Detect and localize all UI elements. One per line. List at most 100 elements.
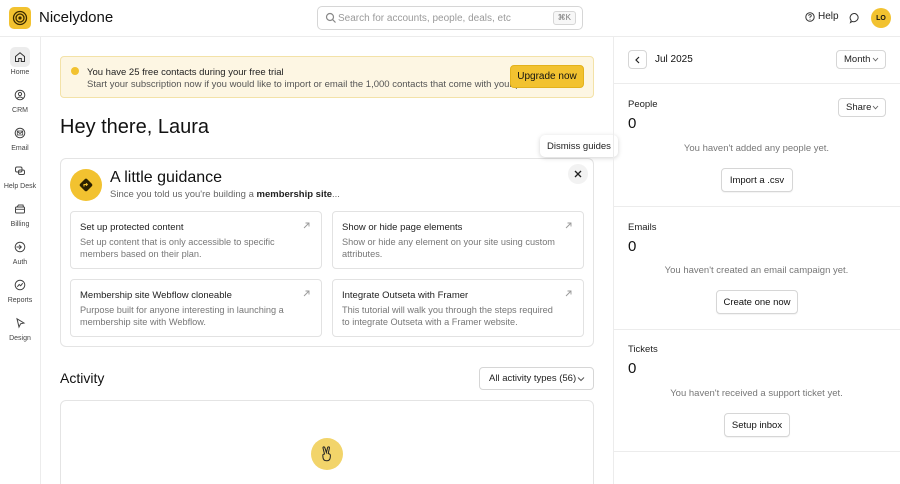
people-empty-text: You haven't added any people yet. xyxy=(683,143,830,154)
home-icon xyxy=(15,52,25,62)
help-label: Help xyxy=(818,11,839,22)
external-arrow-icon xyxy=(303,290,310,297)
reports-icon xyxy=(14,279,26,291)
logo-icon xyxy=(12,10,28,26)
crm-icon xyxy=(14,89,26,101)
create-campaign-button[interactable]: Create one now xyxy=(716,290,798,314)
share-label: Share xyxy=(846,102,872,113)
divider xyxy=(613,451,900,452)
sidebar-item-reports[interactable]: Reports xyxy=(0,275,40,309)
guide-card-title: Integrate Outseta with Framer xyxy=(342,290,469,301)
guide-card-title: Set up protected content xyxy=(80,222,184,233)
divider xyxy=(613,83,900,84)
chevron-down-icon xyxy=(577,377,585,382)
search-icon xyxy=(325,12,336,23)
guidance-badge xyxy=(70,169,102,201)
sidebar-item-label: Auth xyxy=(12,259,28,266)
sidebar-item-label: Home xyxy=(10,69,30,76)
sidebar-item-label: Email xyxy=(11,145,29,152)
sidebar-item-email[interactable]: Email xyxy=(0,123,40,157)
period-select[interactable]: Month xyxy=(836,50,886,69)
page-title: Hey there, Laura xyxy=(60,116,209,138)
search-input[interactable] xyxy=(338,9,548,27)
chevron-left-icon xyxy=(635,56,640,63)
sidebar-item-help-desk[interactable]: Help Desk xyxy=(0,161,40,195)
sidebar-item-label: Help Desk xyxy=(3,183,37,190)
guidance-title: A little guidance xyxy=(110,169,223,186)
help-icon xyxy=(805,11,815,22)
sidebar-item-label: CRM xyxy=(12,107,28,114)
sidebar-item-label: Reports xyxy=(7,297,33,304)
setup-inbox-button[interactable]: Setup inbox xyxy=(724,413,790,437)
guidance-subtitle-suffix: ... xyxy=(332,189,340,200)
guide-card-description: Purpose built for anyone interesting in … xyxy=(80,305,284,327)
external-arrow-icon xyxy=(303,222,310,229)
global-search[interactable]: ⌘K xyxy=(317,6,583,30)
banner-title: You have 25 free contacts during your fr… xyxy=(87,67,284,78)
help-desk-icon xyxy=(15,166,25,175)
guide-card-title: Show or hide page elements xyxy=(342,222,463,233)
guidance-subtitle: Since you told us you're building a memb… xyxy=(110,189,340,200)
sidebar-item-auth[interactable]: Auth xyxy=(0,237,40,271)
activity-heading: Activity xyxy=(60,370,105,386)
sidebar-item-home[interactable]: Home xyxy=(0,47,40,81)
info-dot-icon xyxy=(71,67,79,75)
external-arrow-icon xyxy=(565,290,572,297)
sidebar-item-crm[interactable]: CRM xyxy=(0,85,40,119)
dismiss-guides-button[interactable] xyxy=(568,164,588,184)
guide-card-description: Set up content that is only accessible t… xyxy=(80,237,275,259)
guide-card[interactable]: Membership site Webflow cloneable Purpos… xyxy=(70,279,322,337)
guide-card-title: Membership site Webflow cloneable xyxy=(80,290,232,301)
divider xyxy=(613,329,900,330)
emails-empty-text: You haven't created an email campaign ye… xyxy=(664,265,849,276)
tickets-count: 0 xyxy=(628,360,637,377)
guide-card[interactable]: Show or hide page elements Show or hide … xyxy=(332,211,584,269)
help-button[interactable]: Help xyxy=(805,11,839,22)
sidebar-item-label: Design xyxy=(9,335,31,342)
app-logo[interactable] xyxy=(9,7,31,29)
peace-hand-icon xyxy=(322,446,331,462)
activity-type-value: All activity types (56) xyxy=(489,373,577,384)
people-label: People xyxy=(628,99,658,110)
signpost-icon xyxy=(79,178,93,192)
top-bar: Nicelydone ⌘K Help LO xyxy=(0,0,900,37)
sidebar-item-billing[interactable]: Billing xyxy=(0,199,40,233)
upgrade-button[interactable]: Upgrade now xyxy=(510,65,584,88)
email-icon xyxy=(14,127,26,139)
chevron-down-icon xyxy=(872,57,879,62)
guide-card[interactable]: Set up protected content Set up content … xyxy=(70,211,322,269)
guide-card-description: Show or hide any element on your site us… xyxy=(342,237,555,259)
people-count: 0 xyxy=(628,115,637,132)
chevron-down-icon xyxy=(872,105,879,110)
external-arrow-icon xyxy=(565,222,572,229)
emails-label: Emails xyxy=(628,222,657,233)
user-avatar[interactable]: LO xyxy=(871,8,891,28)
sidebar-item-design[interactable]: Design xyxy=(0,313,40,347)
design-icon xyxy=(16,317,26,329)
share-button[interactable]: Share xyxy=(838,98,886,117)
activity-type-select[interactable]: All activity types (56) xyxy=(479,367,594,390)
close-icon xyxy=(574,170,582,178)
import-csv-button[interactable]: Import a .csv xyxy=(721,168,793,192)
guidance-subtitle-prefix: Since you told us you're building a xyxy=(110,189,257,200)
chat-icon[interactable] xyxy=(849,12,861,24)
activity-empty-badge xyxy=(311,438,343,470)
search-shortcut-badge: ⌘K xyxy=(552,11,576,25)
sidebar-item-label: Billing xyxy=(10,221,30,228)
emails-count: 0 xyxy=(628,238,637,255)
banner-subtitle: Start your subscription now if you would… xyxy=(87,79,536,90)
sidebar: Home CRM Email Help Desk Billing Auth Re… xyxy=(0,37,41,484)
billing-icon xyxy=(15,204,25,214)
dismiss-tooltip: Dismiss guides xyxy=(540,135,618,157)
app-name: Nicelydone xyxy=(39,9,114,26)
guidance-subtitle-bold: membership site xyxy=(256,189,333,200)
previous-period-button[interactable] xyxy=(628,50,647,69)
guide-card-description: This tutorial will walk you through the … xyxy=(342,305,553,327)
auth-icon xyxy=(14,241,26,253)
tickets-empty-text: You haven't received a support ticket ye… xyxy=(670,388,843,399)
guide-card[interactable]: Integrate Outseta with Framer This tutor… xyxy=(332,279,584,337)
period-select-value: Month xyxy=(844,54,871,65)
period-label: Jul 2025 xyxy=(655,54,693,65)
divider xyxy=(613,206,900,207)
tickets-label: Tickets xyxy=(628,344,658,355)
